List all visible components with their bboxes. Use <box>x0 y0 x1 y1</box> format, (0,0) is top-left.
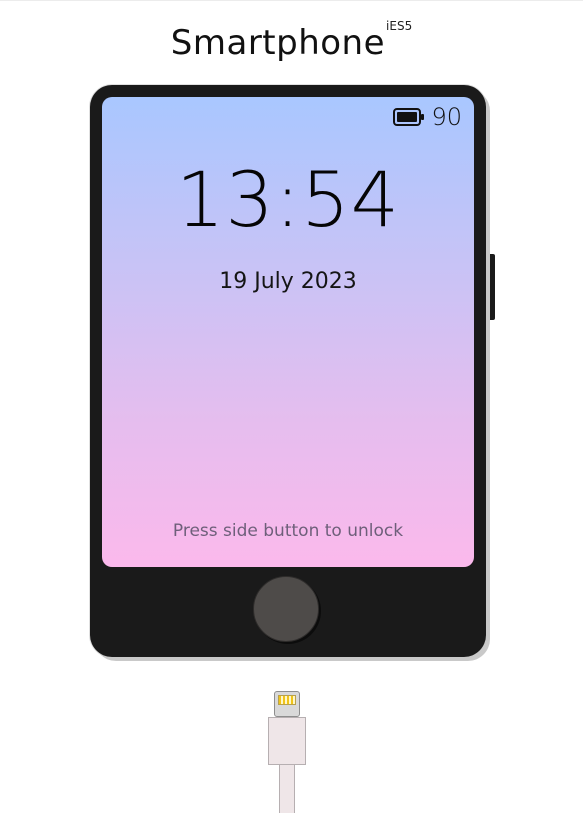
clock-time: 13:54 <box>175 155 401 244</box>
title-text: Smartphone <box>170 23 386 63</box>
battery-level: 90 <box>431 103 462 131</box>
connector-body <box>268 717 306 765</box>
phone-body: 90 13:54 19 July 2023 Press side button … <box>90 85 486 657</box>
clock-date: 19 July 2023 <box>219 269 357 294</box>
connector-pins <box>278 695 296 705</box>
status-bar: 90 <box>393 103 462 131</box>
version-superscript: iES5 <box>386 19 413 33</box>
page: SmartphoneiES5 90 13:54 19 July 2023 Pre… <box>0 0 583 813</box>
unlock-hint: Press side button to unlock <box>172 521 404 541</box>
lock-screen[interactable]: 90 13:54 19 July 2023 Press side button … <box>102 97 474 567</box>
lightning-connector-tip <box>274 691 300 717</box>
home-button[interactable] <box>253 576 319 642</box>
battery-icon <box>393 108 425 126</box>
cable-wire <box>279 765 295 813</box>
charging-cable[interactable] <box>267 691 307 813</box>
page-title: SmartphoneiES5 <box>0 19 583 63</box>
